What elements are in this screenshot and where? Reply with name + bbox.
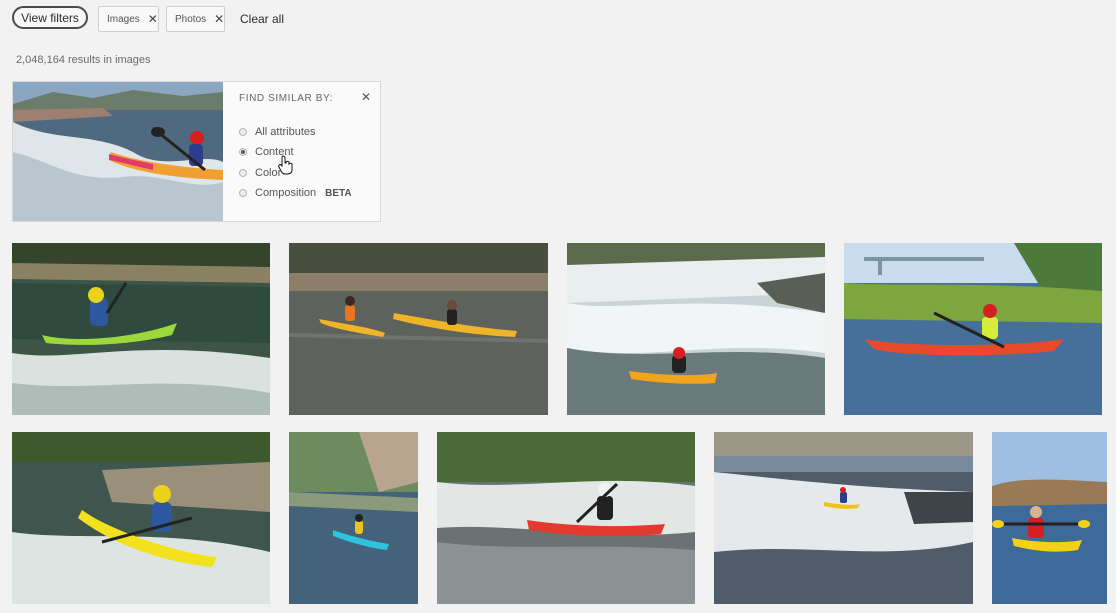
source-image-thumbnail[interactable] <box>13 82 223 221</box>
option-color[interactable]: Color <box>239 167 281 179</box>
result-image[interactable] <box>437 432 695 604</box>
result-image[interactable] <box>289 432 418 604</box>
view-filters-button[interactable]: View filters <box>12 6 88 29</box>
result-image[interactable] <box>714 432 973 604</box>
result-image[interactable] <box>992 432 1107 604</box>
find-similar-title: FIND SIMILAR BY: <box>239 93 334 104</box>
option-label: All attributes <box>255 126 316 138</box>
filter-chip-label: Photos <box>175 13 207 25</box>
result-image[interactable] <box>12 243 270 415</box>
radio-button[interactable] <box>239 189 247 197</box>
result-image[interactable] <box>289 243 548 415</box>
filter-chip-photos[interactable]: Photos ✕ <box>166 6 225 32</box>
option-label: Composition <box>255 187 317 199</box>
filter-chip-label: Images <box>107 13 140 25</box>
beta-badge: BETA <box>325 187 352 199</box>
close-icon[interactable]: ✕ <box>148 13 158 25</box>
close-icon[interactable]: ✕ <box>361 90 371 104</box>
result-image[interactable] <box>844 243 1102 415</box>
result-image[interactable] <box>567 243 825 415</box>
result-image[interactable] <box>12 432 270 604</box>
radio-button[interactable] <box>239 169 247 177</box>
close-icon[interactable]: ✕ <box>214 13 224 25</box>
radio-button[interactable] <box>239 128 247 136</box>
radio-button-selected[interactable] <box>239 148 247 156</box>
hand-pointer-icon <box>278 155 294 180</box>
clear-all-link[interactable]: Clear all <box>240 12 284 26</box>
filter-chip-images[interactable]: Images ✕ <box>98 6 159 32</box>
view-filters-label: View filters <box>21 10 79 25</box>
option-composition[interactable]: Composition BETA <box>239 187 352 199</box>
option-all-attributes[interactable]: All attributes <box>239 126 316 138</box>
results-count: 2,048,164 results in images <box>16 54 151 66</box>
